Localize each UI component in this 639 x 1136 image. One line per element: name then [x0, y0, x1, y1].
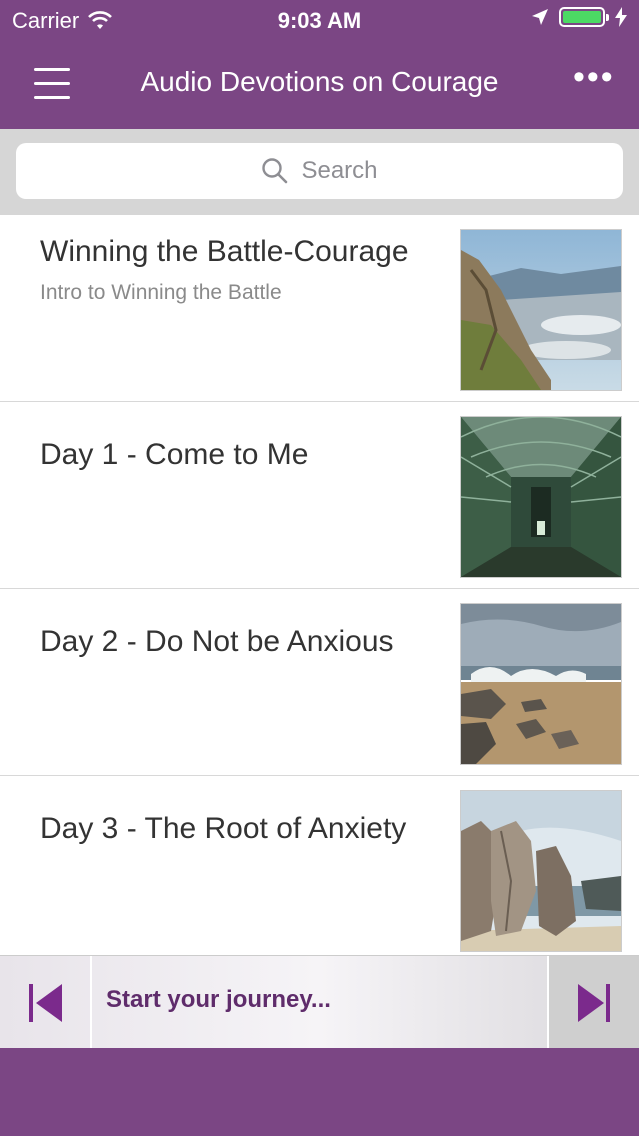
list-item[interactable]: Day 1 - Come to Me — [0, 402, 639, 589]
battery-icon — [559, 7, 609, 27]
thumbnail-image — [460, 416, 622, 578]
list-item-title: Day 3 - The Root of Anxiety — [40, 812, 407, 845]
now-playing-text: Start your journey... — [106, 986, 331, 1013]
page-title: Audio Devotions on Courage — [140, 66, 499, 97]
app-screen: Carrier 9:03 AM Audio Devotions on Coura… — [0, 0, 639, 1136]
more-icon: ••• — [573, 58, 615, 96]
player-bar: Start your journey... — [0, 955, 639, 1049]
list-item[interactable]: Day 2 - Do Not be Anxious — [0, 589, 639, 776]
battery-level — [563, 11, 601, 23]
top-bar: Carrier 9:03 AM Audio Devotions on Coura… — [0, 0, 639, 129]
search-placeholder: Search — [301, 157, 378, 184]
list-item-title: Day 2 - Do Not be Anxious — [40, 625, 394, 658]
list-item-subtitle: Intro to Winning the Battle — [40, 281, 282, 304]
skip-next-icon — [578, 984, 610, 1022]
search-input[interactable]: Search — [16, 143, 623, 199]
thumbnail-image — [460, 603, 622, 765]
status-bar: Carrier 9:03 AM — [0, 0, 639, 42]
next-track-button[interactable] — [547, 956, 639, 1049]
charging-bolt-icon — [615, 7, 627, 27]
navigation-bar: Audio Devotions on Courage ••• — [0, 42, 639, 129]
more-button[interactable]: ••• — [573, 60, 613, 102]
thumbnail-image — [460, 229, 622, 391]
status-right-group — [531, 7, 627, 27]
list-item[interactable]: Day 3 - The Root of Anxiety — [0, 776, 639, 955]
list-item-title: Day 1 - Come to Me — [40, 438, 309, 471]
search-container: Search — [0, 129, 639, 215]
location-arrow-icon — [532, 9, 548, 25]
thumbnail-image — [460, 790, 622, 952]
previous-track-button[interactable] — [0, 956, 92, 1049]
devotion-list: Winning the Battle-Courage Intro to Winn… — [0, 215, 639, 955]
bottom-bar — [0, 1048, 639, 1136]
list-item-title: Winning the Battle-Courage — [40, 235, 409, 268]
skip-previous-icon — [29, 984, 62, 1022]
search-icon — [262, 158, 288, 184]
list-item[interactable]: Winning the Battle-Courage Intro to Winn… — [0, 215, 639, 402]
